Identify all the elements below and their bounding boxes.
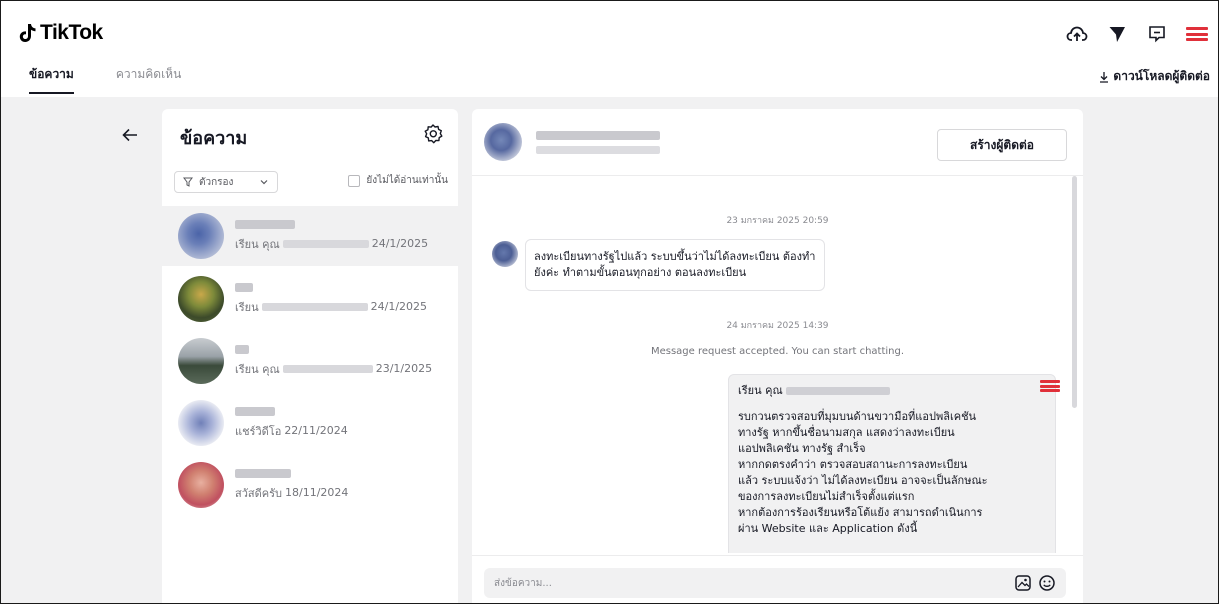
unread-only-toggle[interactable]: ยังไม่ได้อ่านเท่านั้น [348,173,448,188]
incoming-message: ลงทะเบียนทางรัฐไปแล้ว ระบบขึ้นว่าไม่ได้ล… [525,239,825,291]
avatar [178,276,224,322]
avatar [178,462,224,508]
conversation-date: 22/11/2024 [284,424,348,437]
contact-name-redacted [235,468,291,478]
message-line: ของการลงทะเบียนไม่สำเร็จตั้งแต่แรก [738,490,915,503]
conversation-date: 24/1/2025 [371,237,429,250]
message-icon[interactable] [1146,23,1168,45]
filter-label: ตัวกรอง [199,176,234,188]
upload-cloud-icon[interactable] [1066,23,1088,45]
redacted-text [786,387,891,395]
contact-name-redacted [235,406,275,416]
chevron-down-icon [260,180,268,185]
user-logo-icon[interactable] [1186,23,1208,45]
message-line: ทางรัฐ หากขึ้นชื่อนามสกุล แสดงว่าลงทะเบี… [738,426,955,439]
message-thread: 23 มกราคม 2025 20:59 ลงทะเบียนทางรัฐไปแล… [472,176,1083,553]
conversation-preview: แชร์วิดีโอ [235,424,282,438]
conversation-date: 24/1/2025 [370,300,428,313]
tiktok-logo[interactable]: TikTok [19,21,103,45]
create-contact-button[interactable]: สร้างผู้ติดต่อ [937,129,1067,161]
list-title: ข้อความ [180,128,248,149]
message-line: แล้ว ระบบแจ้งว่า ไม่ได้ลงทะเบียน อาจจะเป… [738,474,988,487]
conversation-item[interactable]: แชร์วิดีโอ 22/11/2024 [162,393,458,453]
sender-logo-icon [1040,380,1060,392]
conversation-preview: เรียน [235,300,259,314]
emoji-icon[interactable] [1038,574,1056,592]
download-icon [1100,71,1109,83]
top-bar: TikTok [1,1,1218,61]
chat-panel: สร้างผู้ติดต่อ 23 มกราคม 2025 20:59 ลงทะ… [472,109,1083,603]
chat-header: สร้างผู้ติดต่อ [472,109,1083,176]
message-line: ผ่าน Website และ Application ดังนี้ [738,522,918,535]
message-line: หากกดตรงคำว่า ตรวจสอบสถานะการลงทะเบียน [738,458,968,471]
message-timestamp: 23 มกราคม 2025 20:59 [726,216,829,226]
outgoing-message: เรียน คุณ รบกวนตรวจสอบที่มุมบนด้านขวามือ… [728,374,1056,553]
conversation-item[interactable]: เรียน 24/1/2025 [162,269,458,329]
message-input[interactable]: ส่งข้อความ... [484,568,1066,598]
contact-username-redacted [536,146,660,154]
download-contacts-label: ดาวน์โหลดผู้ติดต่อ [1113,69,1210,83]
avatar [178,338,224,384]
avatar [178,400,224,446]
contact-name-redacted [235,344,249,354]
send-icon[interactable] [1106,23,1128,45]
tab-comments[interactable]: ความคิดเห็น [116,65,181,94]
redacted-text [282,239,369,248]
conversation-item[interactable]: เรียน คุณ 24/1/2025 [162,206,458,266]
download-contacts-link[interactable]: ดาวน์โหลดผู้ติดต่อ [1099,67,1210,86]
unread-only-checkbox[interactable] [348,174,361,187]
message-line: หากต้องการร้องเรียนหรือโต้แย้ง สามารถดำเ… [738,506,983,519]
conversation-preview: เรียน คุณ [235,237,280,251]
avatar [178,213,224,259]
gear-icon[interactable] [422,123,444,145]
tab-bar: ข้อความ ความคิดเห็น [29,65,181,94]
avatar[interactable] [484,123,522,161]
tiktok-note-icon [19,24,36,42]
filter-icon [183,177,193,187]
image-sticker-icon[interactable] [1014,574,1032,592]
app-window: TikTok ข้อความ ความคิดเห็น ดาวน์โหลดผู้ต… [0,0,1219,604]
contact-name-redacted [235,282,253,292]
redacted-text [282,364,373,373]
message-line: แอปพลิเคชัน ทางรัฐ สำเร็จ [738,442,866,455]
scrollbar[interactable] [1072,176,1077,408]
back-arrow-icon[interactable] [116,121,144,149]
filter-dropdown[interactable]: ตัวกรอง [174,171,278,193]
conversation-item[interactable]: สวัสดีครับ 18/11/2024 [162,455,458,515]
message-line: เรียน คุณ [738,383,1046,399]
conversation-date: 18/11/2024 [285,486,349,499]
conversation-date: 23/1/2025 [375,362,433,375]
app-name: TikTok [40,21,103,44]
avatar [492,241,518,267]
conversation-list-panel: ข้อความ ตัวกรอง ยังไม่ได้อ่านเท่านั้น เร… [162,109,458,603]
conversation-item[interactable]: เรียน คุณ 23/1/2025 [162,331,458,391]
redacted-text [261,302,368,311]
outgoing-greeting: เรียน คุณ [738,384,783,397]
unread-only-label: ยังไม่ได้อ่านเท่านั้น [366,175,448,186]
conversation-preview: สวัสดีครับ [235,486,282,500]
message-composer: ส่งข้อความ... [472,555,1083,603]
contact-name-redacted [235,219,295,229]
conversation-preview: เรียน คุณ [235,362,280,376]
tab-messages[interactable]: ข้อความ [29,65,74,94]
message-line: รบกวนตรวจสอบที่มุมบนด้านขวามือที่แอปพลิเ… [738,410,977,423]
message-timestamp: 24 มกราคม 2025 14:39 [726,321,829,331]
contact-name-redacted [536,131,660,140]
message-input-placeholder: ส่งข้อความ... [494,577,552,589]
system-message: Message request accepted. You can start … [650,346,905,357]
